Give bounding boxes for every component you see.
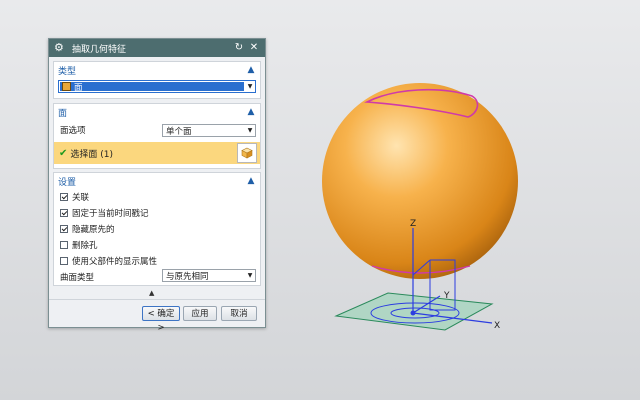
checkmark-icon: ✔ [59,147,68,159]
dialog-titlebar[interactable]: ⚙ 抽取几何特征 ↻ ✕ [49,39,265,57]
close-icon[interactable]: ✕ [248,42,260,54]
surface-type-label: 曲面类型 [60,273,95,283]
type-group-label: 类型 [58,66,77,77]
expand-more-icon[interactable]: ▲ [149,289,154,297]
parent-display-checkbox[interactable] [60,257,68,265]
type-group-header[interactable]: 类型 ▲ [54,62,260,78]
hide-original-checkbox[interactable] [60,225,68,233]
chevron-down-icon[interactable]: ▼ [245,272,255,279]
type-select[interactable]: 面 ▼ [58,80,256,93]
z-axis-label: Z [410,219,416,229]
ok-button[interactable]: < 确定 > [142,306,180,333]
face-option-value: 单个面 [166,126,192,137]
parent-display-label: 使用父部件的显示属性 [72,257,158,267]
chevron-down-icon[interactable]: ▼ [245,127,255,134]
face-option-row: 面选项 [54,122,92,138]
delete-holes-checkbox[interactable] [60,241,68,249]
hide-original-label: 隐藏原先的 [72,225,115,235]
select-face-row[interactable]: ✔ 选择面 (1) [54,142,260,164]
apply-button[interactable]: 应用 [183,306,217,321]
chevron-down-icon[interactable]: ▼ [245,83,255,90]
face-option-select[interactable]: 单个面 ▼ [162,124,256,137]
face-option-label: 面选项 [60,126,86,136]
chevron-up-icon[interactable]: ▲ [246,107,256,117]
face-type-icon [62,82,71,91]
associative-label: 关联 [72,193,90,203]
dialog-title: 抽取几何特征 [72,44,127,55]
checkbox-delete-holes[interactable]: 删除孔 [54,237,260,253]
surface-type-select[interactable]: 与原先相同 ▼ [162,269,256,282]
settings-group-header[interactable]: 设置 ▲ [54,173,260,189]
settings-group: 设置 ▲ 关联 固定于当前时间戳记 隐藏原先的 删除孔 使用父部件的显示属性 曲… [53,172,261,286]
delete-holes-label: 删除孔 [72,241,98,251]
cube-select-icon[interactable] [237,143,257,163]
associative-checkbox[interactable] [60,193,68,201]
sphere-body[interactable] [322,83,518,279]
settings-group-label: 设置 [58,177,77,188]
dialog-divider [49,299,265,300]
y-axis-label: Y [443,291,450,301]
checkbox-parent-display[interactable]: 使用父部件的显示属性 [54,253,260,269]
face-group-header[interactable]: 面 ▲ [54,104,260,120]
type-group: 类型 ▲ 面 ▼ [53,61,261,99]
cancel-button[interactable]: 取消 [221,306,257,321]
surface-type-value: 与原先相同 [166,271,209,282]
gear-icon: ⚙ [54,41,64,54]
fix-timestamp-label: 固定于当前时间戳记 [72,209,149,219]
checkbox-hide-original[interactable]: 隐藏原先的 [54,221,260,237]
select-face-label: 选择面 (1) [70,149,114,160]
origin-point[interactable] [410,310,416,316]
chevron-up-icon[interactable]: ▲ [246,176,256,186]
face-group-label: 面 [58,108,68,119]
chevron-up-icon[interactable]: ▲ [246,65,256,75]
type-select-value: 面 [74,82,83,93]
face-group: 面 ▲ 面选项 单个面 ▼ ✔ 选择面 (1) [53,103,261,169]
x-axis-label: X [494,321,500,331]
fix-timestamp-checkbox[interactable] [60,209,68,217]
checkbox-fix-timestamp[interactable]: 固定于当前时间戳记 [54,205,260,221]
reset-icon[interactable]: ↻ [233,42,245,54]
extract-geometry-dialog: ⚙ 抽取几何特征 ↻ ✕ 类型 ▲ 面 ▼ 面 ▲ 面选项 单个面 ▼ ✔ 选择… [48,38,266,333]
checkbox-associative[interactable]: 关联 [54,189,260,205]
